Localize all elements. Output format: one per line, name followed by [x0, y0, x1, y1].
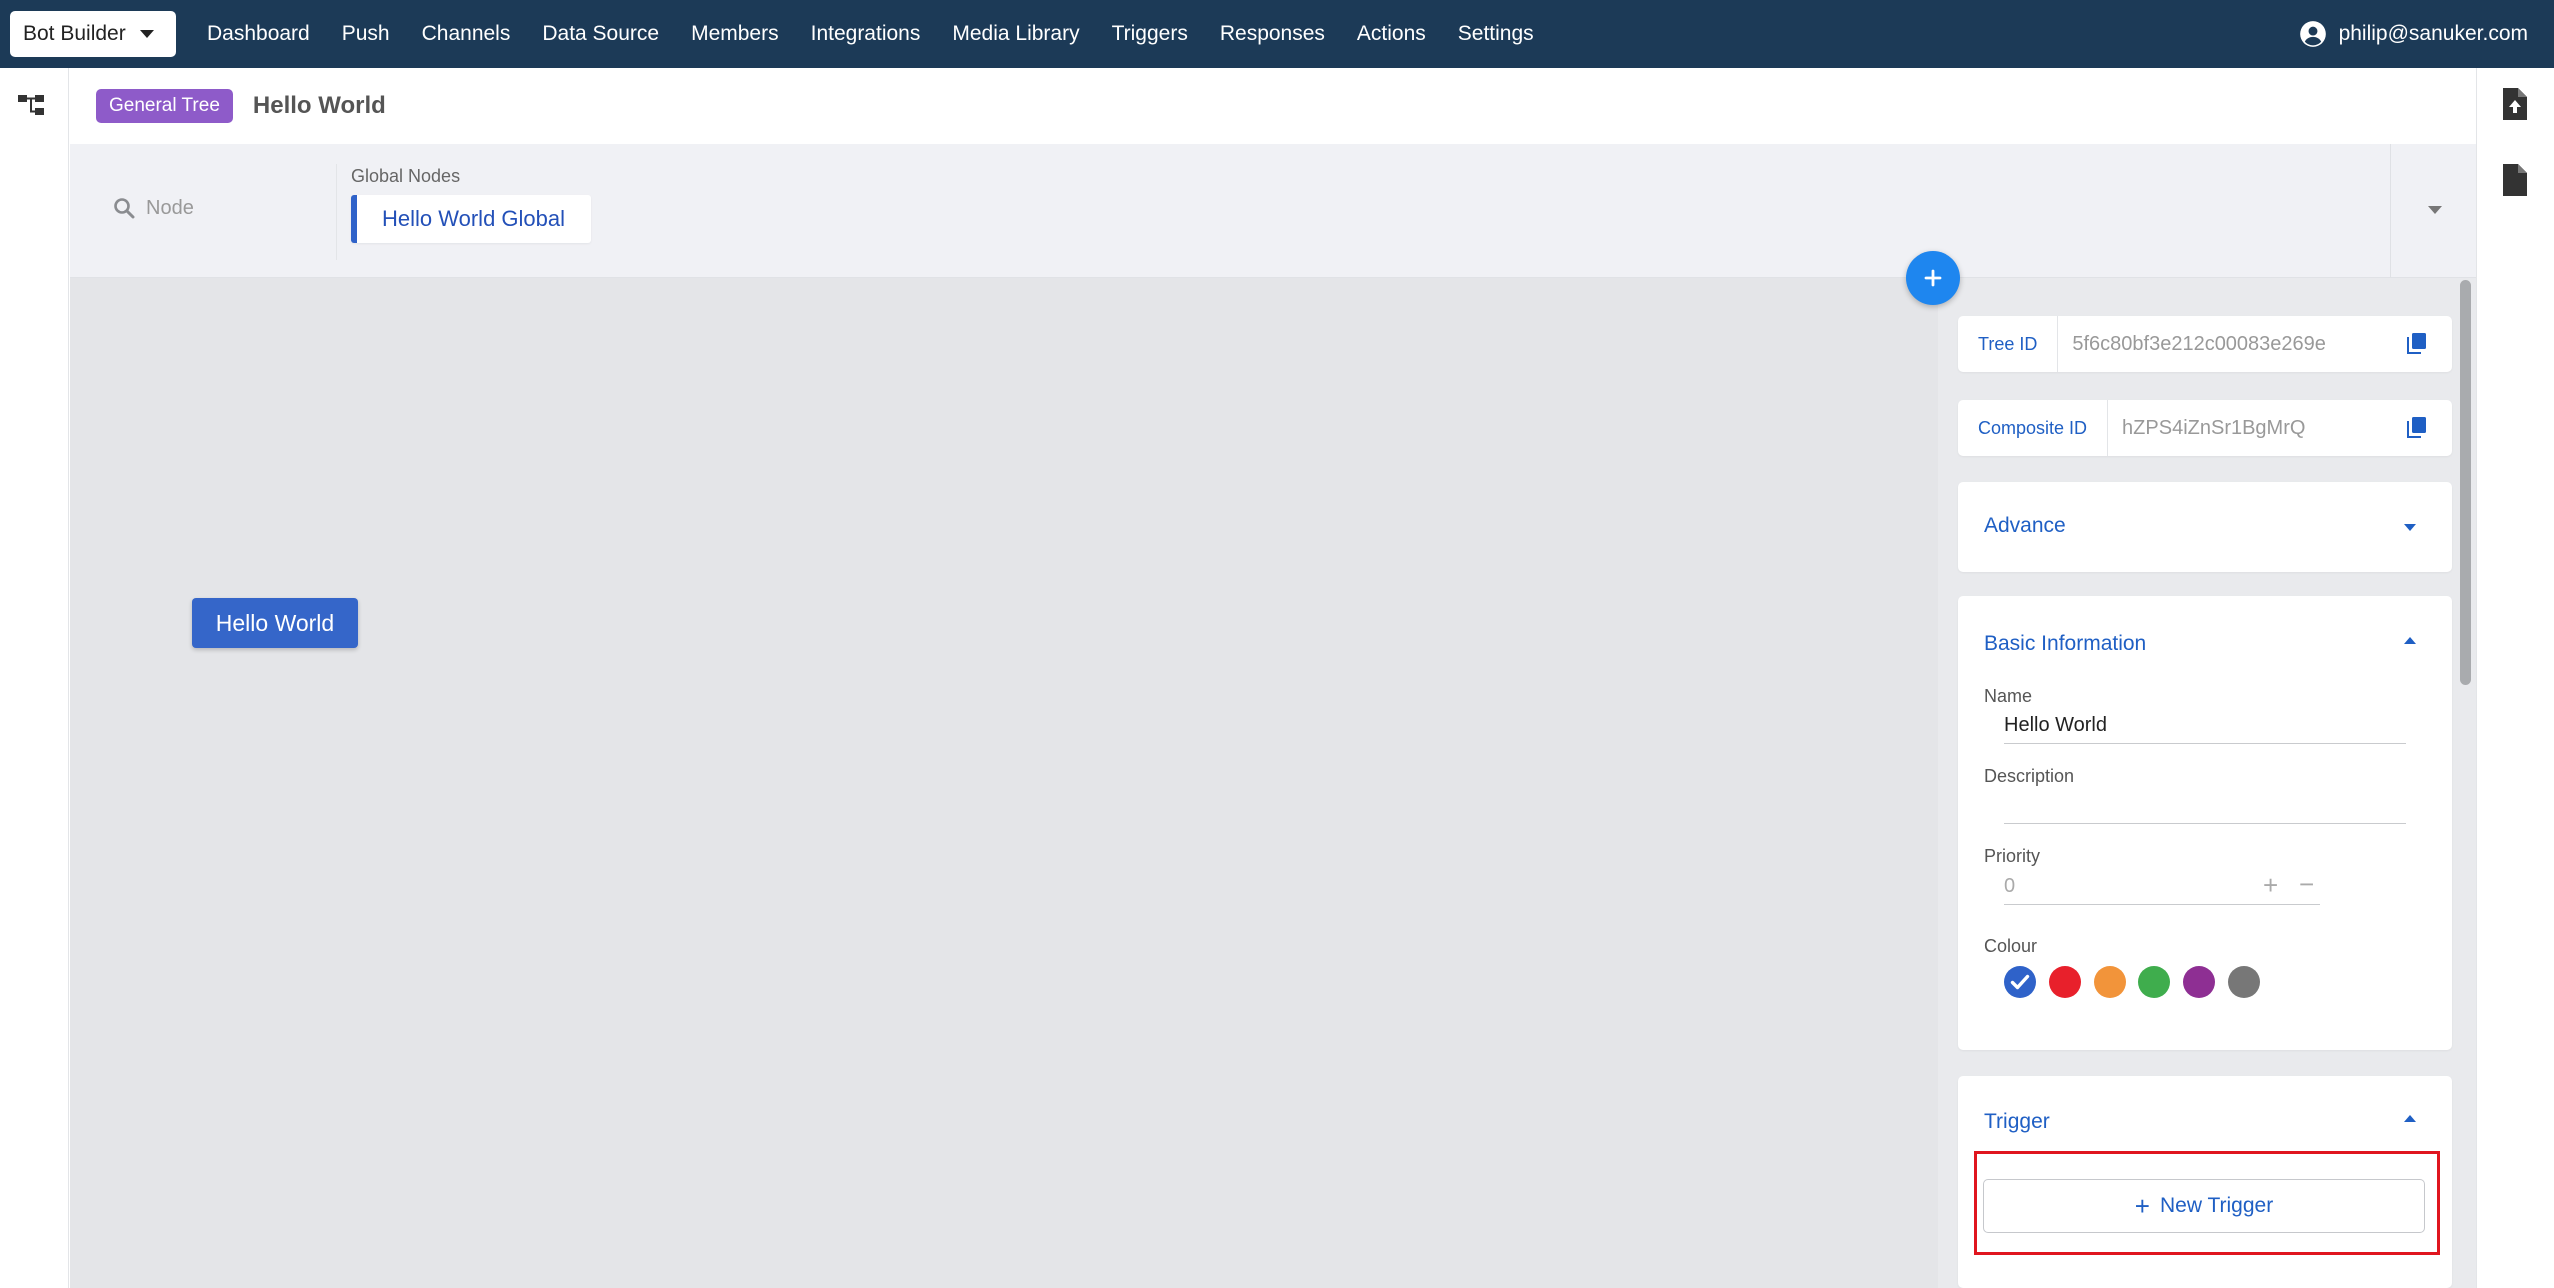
tree-structure-icon[interactable]: [16, 92, 46, 118]
search-icon: [114, 198, 135, 219]
trigger-title: Trigger: [1984, 1110, 2050, 1133]
composite-id-card: Composite ID hZPS4iZnSr1BgMrQ: [1958, 400, 2452, 456]
nav-dashboard[interactable]: Dashboard: [207, 22, 310, 46]
colour-swatch-green[interactable]: [2138, 966, 2170, 998]
global-node-chip[interactable]: Hello World Global: [351, 195, 592, 243]
nav-triggers[interactable]: Triggers: [1112, 22, 1188, 46]
colour-label: Colour: [1984, 936, 2038, 956]
priority-increment-button[interactable]: +: [2263, 872, 2278, 898]
tree-type-badge: General Tree: [96, 89, 233, 123]
composite-id-label: Composite ID: [1958, 400, 2109, 456]
right-sidebar: [2476, 68, 2554, 1288]
check-icon: [2010, 974, 2030, 990]
plus-icon: [1924, 269, 1942, 287]
tree-id-value: 5f6c80bf3e212c00083e269e: [2072, 332, 2326, 355]
page-title: Hello World: [252, 92, 386, 119]
panel-scrollbar[interactable]: [2460, 280, 2471, 685]
new-trigger-button[interactable]: + New Trigger: [1983, 1179, 2425, 1233]
top-navbar: Bot Builder Dashboard Push Channels Data…: [0, 0, 2554, 68]
tree-id-card: Tree ID 5f6c80bf3e212c00083e269e: [1958, 316, 2452, 372]
user-avatar-icon: [2299, 21, 2326, 47]
composite-id-value: hZPS4iZnSr1BgMrQ: [2122, 416, 2306, 439]
description-input[interactable]: [2004, 788, 2406, 824]
nav-channels[interactable]: Channels: [422, 22, 511, 46]
page-header: General Tree Hello World: [70, 68, 2476, 144]
colour-swatch-blue[interactable]: [2004, 966, 2036, 998]
nav-members[interactable]: Members: [691, 22, 779, 46]
caret-up-icon[interactable]: [2404, 1115, 2416, 1122]
name-input[interactable]: [2004, 708, 2406, 744]
copy-icon[interactable]: [2406, 333, 2426, 355]
divider: [336, 164, 337, 260]
colour-swatch-red[interactable]: [2049, 966, 2081, 998]
colour-swatch-grey[interactable]: [2228, 966, 2260, 998]
expand-caret-icon[interactable]: [2428, 206, 2442, 214]
nav-actions[interactable]: Actions: [1357, 22, 1426, 46]
description-label: Description: [1984, 766, 2075, 786]
name-label: Name: [1984, 686, 2033, 706]
left-sidebar: [0, 68, 69, 1288]
caret-down-icon[interactable]: [2404, 524, 2416, 531]
user-menu[interactable]: philip@sanuker.com: [2299, 0, 2528, 68]
nav-media-library[interactable]: Media Library: [952, 22, 1079, 46]
nav-integrations[interactable]: Integrations: [811, 22, 921, 46]
node-search-input[interactable]: [146, 190, 336, 226]
plus-icon: +: [2134, 1191, 2150, 1221]
global-nodes-bar: Global Nodes Hello World Global: [70, 144, 2476, 278]
nav-settings[interactable]: Settings: [1458, 22, 1534, 46]
basic-information-section: Basic Information Name Description Prior…: [1958, 596, 2452, 1050]
add-node-button[interactable]: [1906, 251, 1960, 305]
user-email: philip@sanuker.com: [2338, 22, 2528, 45]
file-icon[interactable]: [2503, 164, 2527, 196]
colour-swatch-purple[interactable]: [2183, 966, 2215, 998]
advance-section[interactable]: Advance: [1958, 482, 2452, 572]
nav-data-source[interactable]: Data Source: [542, 22, 659, 46]
app-switcher-label: Bot Builder: [23, 22, 126, 45]
advance-title: Advance: [1984, 514, 2066, 537]
file-upload-icon[interactable]: [2503, 88, 2527, 120]
tree-id-label: Tree ID: [1958, 316, 2059, 372]
caret-down-icon: [139, 30, 154, 38]
new-trigger-label: New Trigger: [2159, 1194, 2274, 1217]
basic-information-title: Basic Information: [1984, 632, 2147, 655]
nav-responses[interactable]: Responses: [1220, 22, 1325, 46]
caret-up-icon[interactable]: [2404, 637, 2416, 644]
priority-decrement-button[interactable]: −: [2299, 871, 2314, 897]
app-switcher-dropdown[interactable]: Bot Builder: [10, 11, 176, 57]
colour-swatch-orange[interactable]: [2094, 966, 2126, 998]
priority-label: Priority: [1984, 846, 2041, 866]
copy-icon[interactable]: [2406, 417, 2426, 439]
global-nodes-label: Global Nodes: [351, 166, 461, 186]
tree-node[interactable]: Hello World: [192, 598, 358, 648]
nav-push[interactable]: Push: [342, 22, 390, 46]
divider: [2390, 144, 2391, 278]
